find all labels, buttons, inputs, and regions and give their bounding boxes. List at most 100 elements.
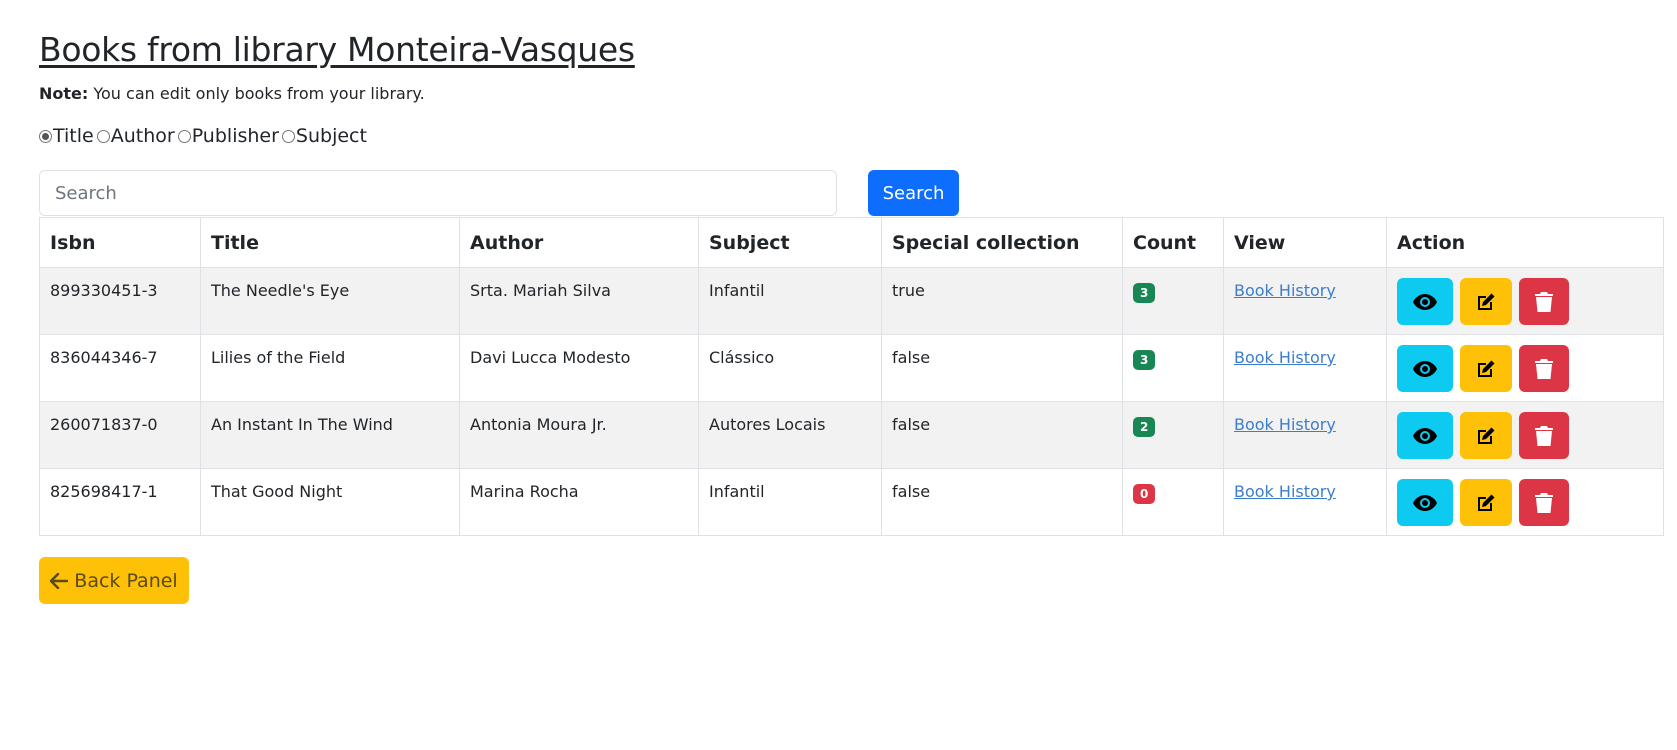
cell-author: Davi Lucca Modesto: [459, 334, 699, 402]
count-badge: 0: [1133, 484, 1156, 504]
count-badge: 3: [1133, 350, 1156, 370]
book-history-link[interactable]: Book History: [1234, 348, 1336, 367]
delete-button[interactable]: [1519, 412, 1570, 459]
cell-actions: [1386, 334, 1664, 402]
note-label: Note:: [39, 84, 89, 103]
count-badge: 3: [1133, 283, 1156, 303]
trash-icon: [1535, 358, 1554, 379]
trash-icon: [1535, 492, 1554, 513]
view-button[interactable]: [1397, 412, 1453, 459]
table-header: Isbn Title Author Subject Special collec…: [39, 217, 1664, 268]
table-body: 899330451-3 The Needle's Eye Srta. Maria…: [39, 267, 1664, 536]
th-subject: Subject: [698, 217, 882, 268]
cell-actions: [1386, 468, 1664, 536]
delete-button[interactable]: [1519, 345, 1570, 392]
table-header-row: Isbn Title Author Subject Special collec…: [39, 217, 1664, 268]
cell-isbn: 825698417-1: [39, 468, 201, 536]
edit-button[interactable]: [1460, 278, 1513, 325]
cell-subject: Clássico: [698, 334, 882, 402]
delete-button[interactable]: [1519, 479, 1570, 526]
cell-count: 3: [1122, 334, 1224, 402]
edit-button[interactable]: [1460, 345, 1513, 392]
cell-isbn: 899330451-3: [39, 267, 201, 335]
search-by-radio-group: Title Author Publisher Subject: [39, 124, 1677, 148]
edit-icon: [1478, 293, 1495, 310]
radio-subject[interactable]: Subject: [281, 124, 367, 148]
count-badge: 2: [1133, 417, 1156, 437]
cell-view: Book History: [1223, 334, 1387, 402]
view-button[interactable]: [1397, 345, 1453, 392]
edit-icon: [1478, 427, 1495, 444]
cell-view: Book History: [1223, 267, 1387, 335]
cell-subject: Autores Locais: [698, 401, 882, 469]
table-row: 260071837-0 An Instant In The Wind Anton…: [39, 401, 1664, 469]
back-panel-button[interactable]: Back Panel: [39, 557, 189, 604]
cell-author: Antonia Moura Jr.: [459, 401, 699, 469]
trash-icon: [1535, 425, 1554, 446]
cell-author: Marina Rocha: [459, 468, 699, 536]
cell-actions: [1386, 401, 1664, 469]
radio-title[interactable]: Title: [39, 124, 94, 148]
edit-button[interactable]: [1460, 479, 1513, 526]
arrow-left-icon: [50, 572, 69, 589]
cell-special-collection: false: [881, 401, 1123, 469]
delete-button[interactable]: [1519, 278, 1570, 325]
cell-subject: Infantil: [698, 267, 882, 335]
radio-subject-circle[interactable]: [281, 129, 295, 143]
cell-special-collection: false: [881, 334, 1123, 402]
search-input[interactable]: [39, 170, 837, 216]
th-title: Title: [200, 217, 460, 268]
cell-title: The Needle's Eye: [200, 267, 460, 335]
th-count: Count: [1122, 217, 1224, 268]
page: Books from library Monteira-Vasques Note…: [0, 0, 1677, 604]
radio-publisher-circle[interactable]: [177, 129, 191, 143]
radio-author[interactable]: Author: [96, 124, 175, 148]
eye-icon: [1413, 293, 1437, 310]
search-button[interactable]: Search: [868, 170, 959, 216]
cell-author: Srta. Mariah Silva: [459, 267, 699, 335]
view-button[interactable]: [1397, 278, 1453, 325]
radio-publisher[interactable]: Publisher: [177, 124, 279, 148]
edit-icon: [1478, 360, 1495, 377]
cell-count: 2: [1122, 401, 1224, 469]
eye-icon: [1413, 494, 1437, 511]
cell-isbn: 260071837-0: [39, 401, 201, 469]
cell-isbn: 836044346-7: [39, 334, 201, 402]
table-row: 899330451-3 The Needle's Eye Srta. Maria…: [39, 267, 1664, 335]
cell-actions: [1386, 267, 1664, 335]
cell-title: An Instant In The Wind: [200, 401, 460, 469]
cell-view: Book History: [1223, 401, 1387, 469]
book-history-link[interactable]: Book History: [1234, 482, 1336, 501]
eye-icon: [1413, 427, 1437, 444]
book-history-link[interactable]: Book History: [1234, 281, 1336, 300]
radio-publisher-label: Publisher: [191, 125, 279, 147]
th-isbn: Isbn: [39, 217, 201, 268]
th-author: Author: [459, 217, 699, 268]
radio-author-circle[interactable]: [96, 129, 110, 143]
radio-subject-label: Subject: [295, 125, 367, 147]
th-view: View: [1223, 217, 1387, 268]
books-table: Isbn Title Author Subject Special collec…: [39, 217, 1664, 536]
cell-count: 0: [1122, 468, 1224, 536]
eye-icon: [1413, 360, 1437, 377]
view-button[interactable]: [1397, 479, 1453, 526]
edit-button[interactable]: [1460, 412, 1513, 459]
th-special-collection: Special collection: [881, 217, 1123, 268]
table-row: 825698417-1 That Good Night Marina Rocha…: [39, 468, 1664, 536]
th-action: Action: [1386, 217, 1664, 268]
note: Note: You can edit only books from your …: [39, 84, 1677, 104]
cell-view: Book History: [1223, 468, 1387, 536]
cell-title: That Good Night: [200, 468, 460, 536]
cell-subject: Infantil: [698, 468, 882, 536]
cell-special-collection: false: [881, 468, 1123, 536]
cell-count: 3: [1122, 267, 1224, 335]
radio-title-circle[interactable]: [39, 129, 52, 143]
table-row: 836044346-7 Lilies of the Field Davi Luc…: [39, 334, 1664, 402]
back-panel-label: Back Panel: [74, 569, 178, 592]
book-history-link[interactable]: Book History: [1234, 415, 1336, 434]
radio-title-label: Title: [53, 125, 94, 147]
page-title: Books from library Monteira-Vasques: [39, 30, 635, 69]
cell-special-collection: true: [881, 267, 1123, 335]
search-row: Search: [39, 170, 1677, 216]
note-text: You can edit only books from your librar…: [88, 84, 425, 103]
